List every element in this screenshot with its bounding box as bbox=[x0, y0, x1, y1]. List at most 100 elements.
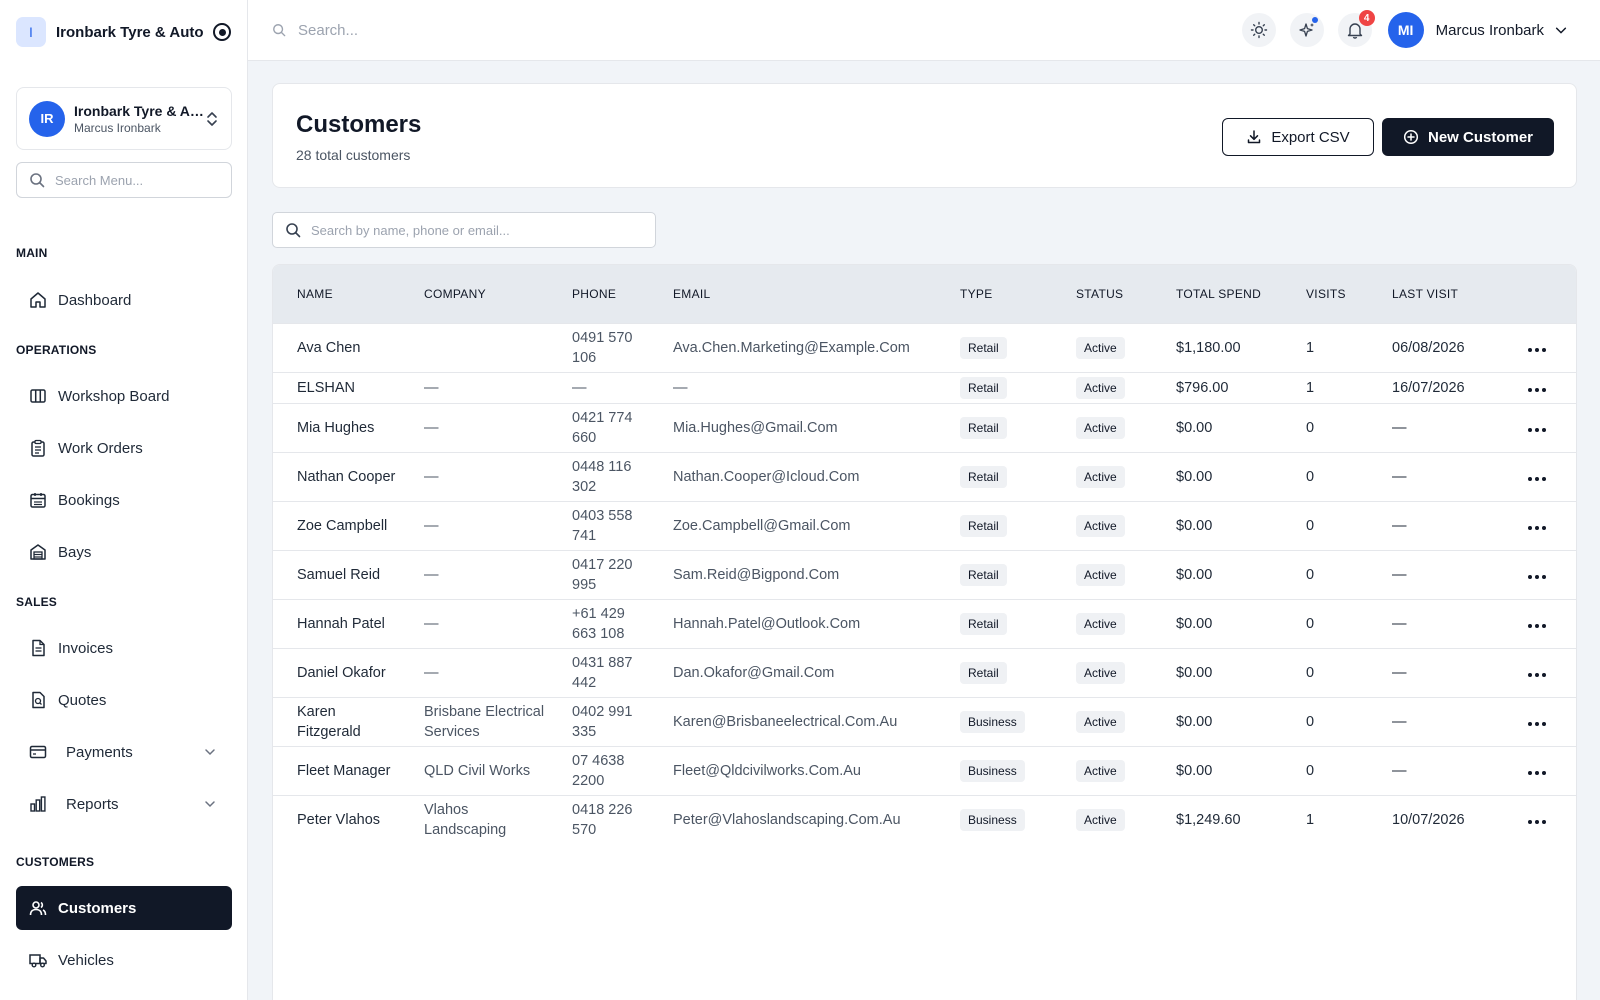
type-badge: Business bbox=[960, 808, 1025, 831]
cell-total-spend: $0.00 bbox=[1152, 696, 1282, 746]
column-header-type[interactable]: TYPE bbox=[936, 265, 1052, 323]
column-header-last-visit[interactable]: LAST VISIT bbox=[1368, 265, 1504, 323]
type-badge: Retail bbox=[960, 336, 1007, 359]
cell-type: Retail bbox=[936, 322, 1052, 372]
sidebar-item-invoices[interactable]: Invoices bbox=[16, 626, 232, 670]
search-icon bbox=[30, 173, 45, 188]
sidebar-item-payments[interactable]: Payments bbox=[16, 730, 232, 774]
more-actions-icon[interactable] bbox=[1528, 819, 1546, 824]
more-actions-icon[interactable] bbox=[1528, 476, 1546, 481]
table-row[interactable]: Nathan Cooper — 0448 116 302 Nathan.Coop… bbox=[273, 451, 1576, 501]
cell-phone: 0491 570 106 bbox=[548, 322, 649, 372]
sidebar-item-work-orders[interactable]: Work Orders bbox=[16, 426, 232, 470]
table-header-row: NAME COMPANY PHONE EMAIL TYPE STATUS TOT… bbox=[273, 265, 1576, 323]
cell-visits: 0 bbox=[1282, 451, 1368, 501]
table-row[interactable]: Peter Vlahos Vlahos Landscaping 0418 226… bbox=[273, 794, 1576, 844]
sidebar-item-dashboard[interactable]: Dashboard bbox=[16, 278, 232, 322]
table-row[interactable]: Hannah Patel — +61 429 663 108 Hannah.Pa… bbox=[273, 598, 1576, 648]
export-csv-label: Export CSV bbox=[1271, 128, 1350, 146]
sidebar-item-workshop-board[interactable]: Workshop Board bbox=[16, 374, 232, 418]
user-avatar[interactable]: MI bbox=[1387, 12, 1424, 48]
cell-total-spend: $0.00 bbox=[1152, 451, 1282, 501]
theme-toggle-button[interactable] bbox=[1241, 13, 1276, 47]
sidebar-item-bookings[interactable]: Bookings bbox=[16, 478, 232, 522]
table-row[interactable]: Daniel Okafor — 0431 887 442 Dan.Okafor@… bbox=[273, 647, 1576, 697]
page-header-card: Customers 28 total customers Export CSV … bbox=[272, 83, 1577, 188]
notifications-button[interactable]: 4 bbox=[1337, 10, 1375, 47]
cell-name: Zoe Campbell bbox=[273, 500, 400, 550]
sidebar-item-customers[interactable]: Customers bbox=[16, 886, 232, 930]
table-row[interactable]: Samuel Reid — 0417 220 995 Sam.Reid@Bigp… bbox=[273, 549, 1576, 599]
cell-status: Active bbox=[1052, 371, 1152, 403]
more-actions-icon[interactable] bbox=[1528, 672, 1546, 677]
cell-actions bbox=[1504, 549, 1576, 599]
column-header-status[interactable]: STATUS bbox=[1052, 265, 1152, 323]
sidebar-item-vehicles[interactable]: Vehicles bbox=[16, 938, 232, 982]
sidebar-toggle-icon[interactable] bbox=[213, 23, 231, 41]
brand-header: I Ironbark Tyre & Auto bbox=[0, 0, 247, 64]
more-actions-icon[interactable] bbox=[1528, 347, 1546, 352]
sidebar-item-bays[interactable]: Bays bbox=[16, 530, 232, 574]
cell-email: Sam.Reid@Bigpond.Com bbox=[649, 549, 936, 599]
cell-status: Active bbox=[1052, 322, 1152, 372]
menu-search-input[interactable]: Search Menu... bbox=[16, 162, 232, 198]
more-actions-icon[interactable] bbox=[1528, 574, 1546, 579]
file-search-icon bbox=[32, 691, 45, 709]
more-actions-icon[interactable] bbox=[1528, 721, 1546, 726]
new-customer-button[interactable]: New Customer bbox=[1382, 118, 1554, 156]
sidebar-item-quotes[interactable]: Quotes bbox=[16, 678, 232, 722]
table-row[interactable]: Karen Fitzgerald Brisbane Electrical Ser… bbox=[273, 696, 1576, 746]
cell-visits: 0 bbox=[1282, 745, 1368, 795]
cell-type: Business bbox=[936, 745, 1052, 795]
home-icon bbox=[30, 292, 46, 308]
table-row[interactable]: Ava Chen 0491 570 106 Ava.Chen.Marketing… bbox=[273, 322, 1576, 372]
notifications-count-badge: 4 bbox=[1358, 10, 1375, 26]
cell-visits: 1 bbox=[1282, 322, 1368, 372]
cell-last-visit: 16/07/2026 bbox=[1368, 371, 1504, 403]
export-csv-button[interactable]: Export CSV bbox=[1222, 118, 1374, 156]
cell-type: Retail bbox=[936, 598, 1052, 648]
type-badge: Retail bbox=[960, 376, 1007, 399]
cell-last-visit: — bbox=[1368, 549, 1504, 599]
chevron-down-icon[interactable] bbox=[1554, 23, 1568, 37]
org-user: Marcus Ironbark bbox=[74, 120, 161, 135]
table-row[interactable]: Zoe Campbell — 0403 558 741 Zoe.Campbell… bbox=[273, 500, 1576, 550]
column-header-name[interactable]: NAME bbox=[273, 265, 400, 323]
table-row[interactable]: Mia Hughes — 0421 774 660 Mia.Hughes@Gma… bbox=[273, 402, 1576, 452]
credit-card-icon bbox=[29, 745, 47, 759]
cell-name: Hannah Patel bbox=[273, 598, 400, 648]
sidebar-item-reports[interactable]: Reports bbox=[16, 782, 232, 826]
cell-company bbox=[400, 322, 548, 372]
cell-company: QLD Civil Works bbox=[400, 745, 548, 795]
global-search-input[interactable]: Search... bbox=[272, 22, 1242, 39]
download-icon bbox=[1248, 130, 1261, 144]
cell-actions bbox=[1504, 745, 1576, 795]
more-actions-icon[interactable] bbox=[1528, 427, 1546, 432]
cell-name: ELSHAN bbox=[273, 371, 400, 403]
brand-logo: I bbox=[16, 17, 46, 47]
column-header-company[interactable]: COMPANY bbox=[400, 265, 548, 323]
more-actions-icon[interactable] bbox=[1528, 770, 1546, 775]
cell-email: Ava.Chen.Marketing@Example.Com bbox=[649, 322, 936, 372]
column-header-visits[interactable]: VISITS bbox=[1282, 265, 1368, 323]
customer-search-input[interactable]: Search by name, phone or email... bbox=[272, 212, 656, 248]
org-switcher[interactable]: IR Ironbark Tyre & Auto Marcus Ironbark bbox=[16, 87, 232, 150]
cell-last-visit: — bbox=[1368, 696, 1504, 746]
user-name[interactable]: Marcus Ironbark bbox=[1436, 22, 1544, 39]
cell-last-visit: — bbox=[1368, 451, 1504, 501]
more-actions-icon[interactable] bbox=[1528, 387, 1546, 392]
column-header-email[interactable]: EMAIL bbox=[649, 265, 936, 323]
cell-status: Active bbox=[1052, 647, 1152, 697]
cell-visits: 0 bbox=[1282, 647, 1368, 697]
column-header-phone[interactable]: PHONE bbox=[548, 265, 649, 323]
cell-phone: 0431 887 442 bbox=[548, 647, 649, 697]
more-actions-icon[interactable] bbox=[1528, 623, 1546, 628]
more-actions-icon[interactable] bbox=[1528, 525, 1546, 530]
table-row[interactable]: ELSHAN — — — Retail Active $796.00 1 16/… bbox=[273, 371, 1576, 403]
cell-type: Retail bbox=[936, 647, 1052, 697]
table-row[interactable]: Fleet Manager QLD Civil Works 07 4638 22… bbox=[273, 745, 1576, 795]
status-badge: Active bbox=[1076, 514, 1125, 537]
column-header-total-spend[interactable]: TOTAL SPEND bbox=[1152, 265, 1282, 323]
cell-phone: 0421 774 660 bbox=[548, 402, 649, 452]
ai-assistant-button[interactable] bbox=[1289, 13, 1324, 47]
